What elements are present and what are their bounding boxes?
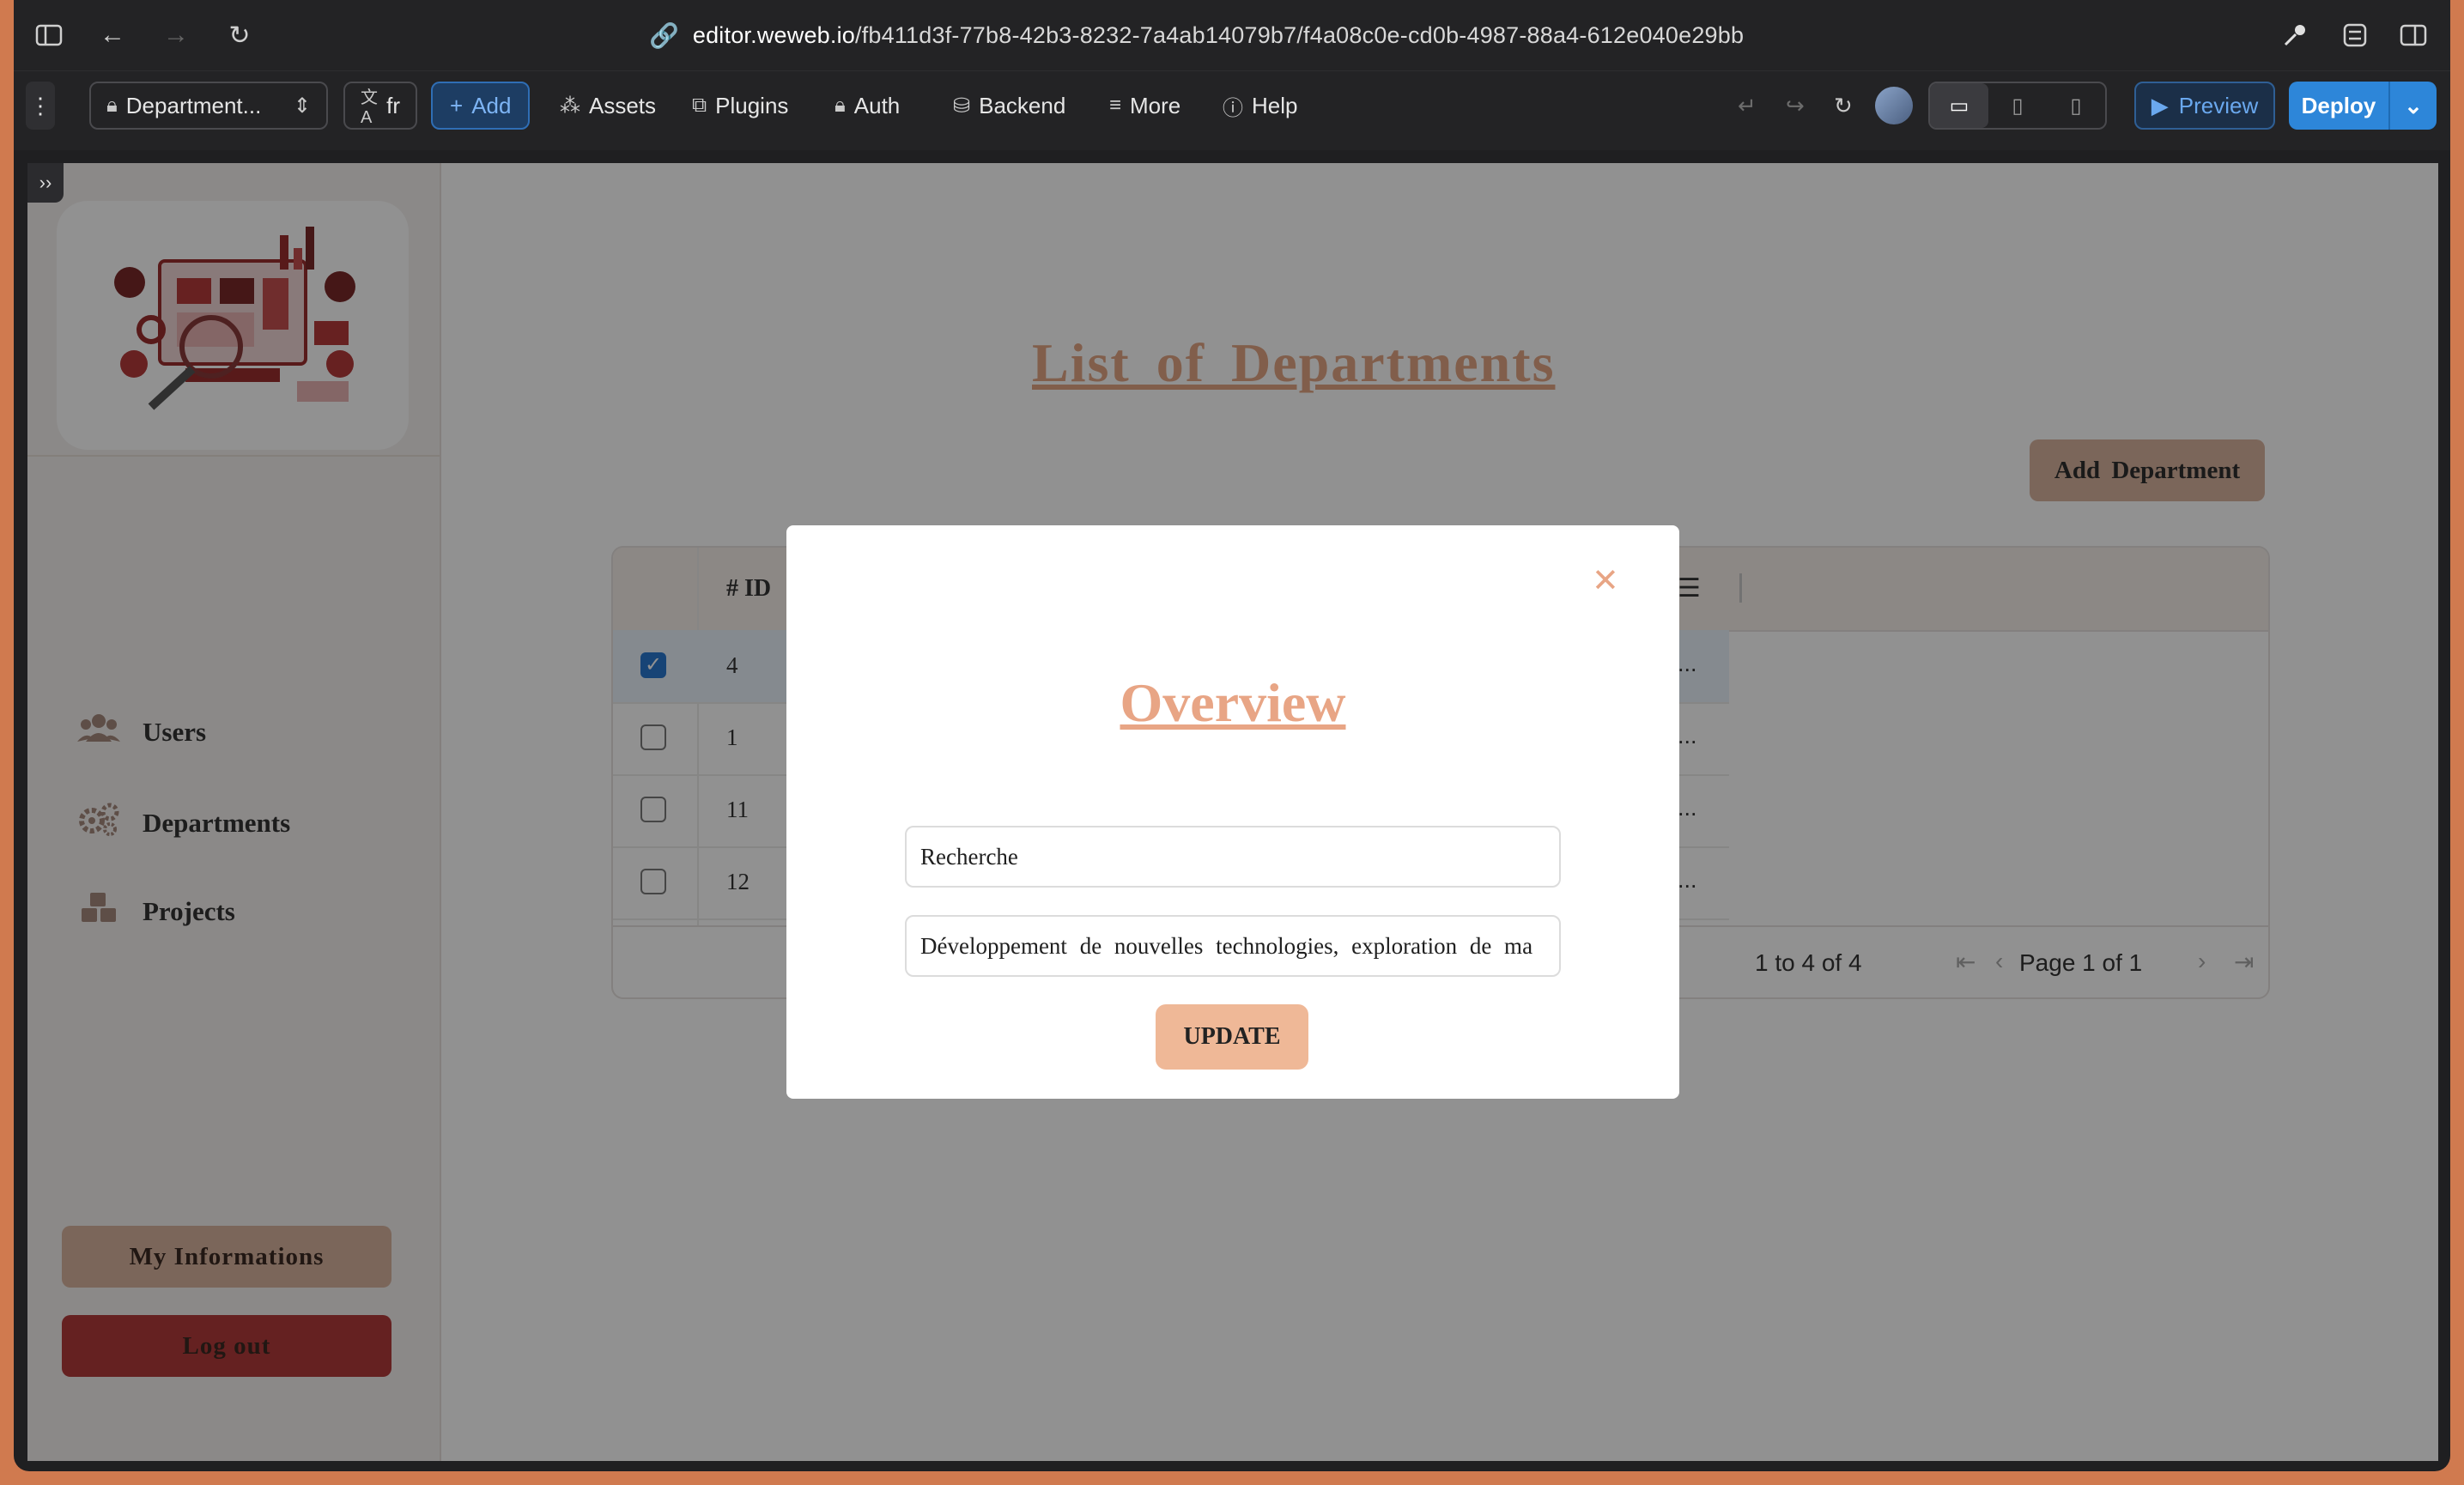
play-icon: ▶ bbox=[2151, 92, 2169, 118]
plus-icon: + bbox=[450, 92, 464, 118]
puzzle-icon: ⧉ bbox=[692, 94, 707, 117]
auth-button[interactable]: 🔒︎ Auth bbox=[834, 82, 900, 130]
department-name-field[interactable]: Recherche bbox=[905, 826, 1561, 888]
lock-icon: 🔒︎ bbox=[106, 94, 118, 117]
add-button[interactable]: + Add bbox=[431, 82, 531, 130]
link-icon: 🔗 bbox=[649, 21, 679, 49]
translate-icon: 文A bbox=[361, 88, 378, 127]
browser-window: ← → ↻ 🔗 editor.weweb.io/fb411d3f-77b8-42… bbox=[14, 0, 2450, 1471]
plugins-button[interactable]: ⧉ Plugins bbox=[692, 82, 788, 130]
back-arrow-icon[interactable]: ← bbox=[96, 19, 129, 52]
page-selector[interactable]: 🔒︎ Department... ⇕ bbox=[89, 82, 328, 130]
url-text: editor.weweb.io/fb411d3f-77b8-42b3-8232-… bbox=[692, 21, 1745, 48]
reload-icon[interactable]: ↻ bbox=[223, 19, 256, 52]
deploy-button[interactable]: Deploy ⌄ bbox=[2289, 82, 2437, 130]
update-button[interactable]: UPDATE bbox=[1156, 1004, 1308, 1070]
more-button[interactable]: ≡ More bbox=[1109, 82, 1180, 130]
browser-topbar: ← → ↻ 🔗 editor.weweb.io/fb411d3f-77b8-42… bbox=[14, 0, 2450, 70]
help-circle-icon: ⓘ bbox=[1223, 96, 1243, 120]
sidebar-toggle-icon[interactable] bbox=[33, 19, 65, 52]
hamburger-icon: ≡ bbox=[1109, 94, 1122, 117]
device-switcher: ▭ ▯ ▯ bbox=[1928, 82, 2107, 130]
eyedropper-icon[interactable] bbox=[2279, 19, 2311, 52]
undo-icon[interactable]: ↵ bbox=[1738, 82, 1757, 130]
app-canvas: Users Departments Projects My Informatio… bbox=[27, 163, 2438, 1461]
chevron-updown-icon: ⇕ bbox=[293, 94, 311, 118]
modal-title: Overview bbox=[1120, 672, 1346, 733]
expand-panel-icon[interactable]: ›› bbox=[27, 163, 64, 203]
database-icon: ⛁ bbox=[953, 94, 971, 118]
help-button[interactable]: ⓘ Help bbox=[1223, 82, 1297, 130]
assets-button[interactable]: ⁂ Assets bbox=[560, 82, 656, 130]
assets-icon: ⁂ bbox=[560, 94, 580, 118]
desktop-icon[interactable]: ▭ bbox=[1930, 83, 1988, 128]
department-description-field[interactable]: Développement de nouvelles technologies,… bbox=[905, 915, 1561, 977]
settings-sliders-icon[interactable] bbox=[2339, 19, 2371, 52]
menu-kebab-icon[interactable]: ⋮ bbox=[26, 82, 55, 130]
close-icon[interactable]: ✕ bbox=[1592, 561, 1619, 600]
editor-toolbar: ⋮ 🔒︎ Department... ⇕ 文A fr + Add ⁂ Asset… bbox=[14, 70, 2450, 150]
forward-arrow-icon[interactable]: → bbox=[160, 19, 192, 52]
redo-icon[interactable]: ↪ bbox=[1786, 82, 1805, 130]
split-view-icon[interactable] bbox=[2397, 19, 2430, 52]
lock-icon: 🔒︎ bbox=[834, 94, 846, 117]
avatar[interactable] bbox=[1875, 82, 1913, 130]
language-selector[interactable]: 文A fr bbox=[343, 82, 417, 130]
preview-button[interactable]: ▶ Preview bbox=[2134, 82, 2275, 130]
mobile-icon[interactable]: ▯ bbox=[2047, 83, 2105, 128]
overview-modal: ✕ Overview Recherche Développement de no… bbox=[786, 525, 1679, 1099]
backend-button[interactable]: ⛁ Backend bbox=[953, 82, 1065, 130]
tablet-icon[interactable]: ▯ bbox=[1988, 83, 2047, 128]
address-bar[interactable]: 🔗 editor.weweb.io/fb411d3f-77b8-42b3-823… bbox=[649, 15, 1744, 55]
refresh-icon[interactable]: ↻ bbox=[1834, 82, 1853, 130]
chevron-down-icon[interactable]: ⌄ bbox=[2388, 82, 2437, 130]
